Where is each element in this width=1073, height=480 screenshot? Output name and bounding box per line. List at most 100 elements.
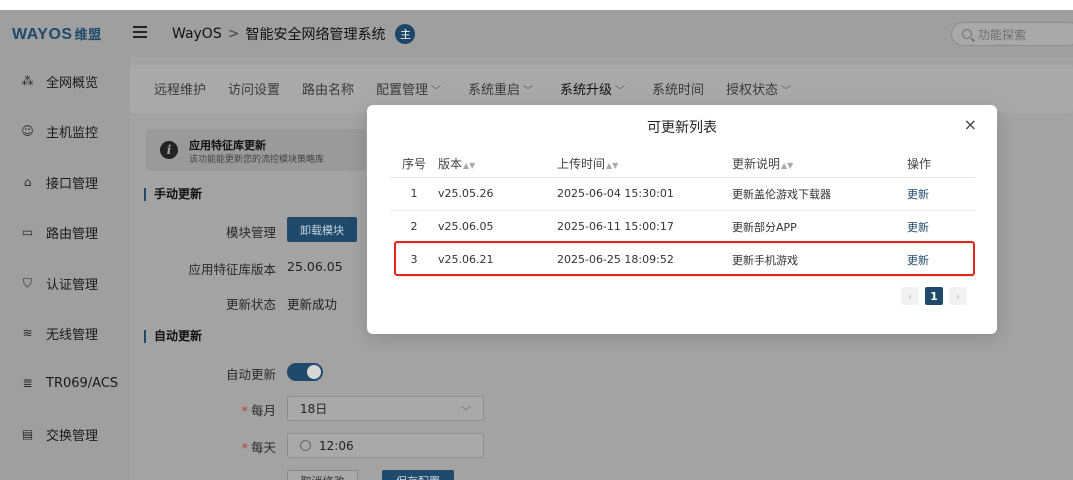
daily-label: * 每天: [241, 440, 276, 455]
table-row: 1 v25.05.26 2025-06-04 15:30:01 更新盖伦游戏下载…: [390, 177, 975, 211]
breadcrumb-root[interactable]: WayOS: [172, 26, 222, 42]
top-header: WAYOS 维盟 WayOS > 智能安全网络管理系统 主 功能探索: [0, 10, 1073, 57]
row-no: 1: [390, 177, 438, 211]
save-config-button[interactable]: 保存配置: [382, 470, 454, 480]
sidebar-item-routing[interactable]: ▭ 路由管理: [0, 214, 130, 250]
notice-box: i 应用特征库更新 该功能能更新您的流控模块策略库: [146, 129, 366, 171]
notice-desc: 该功能能更新您的流控模块策略库: [189, 155, 325, 165]
tab-config-management[interactable]: 配置管理 ﹀: [376, 79, 441, 98]
clock-icon: [300, 440, 311, 451]
chevron-down-icon: ﹀: [461, 407, 471, 418]
table-row: 2 v25.06.05 2025-06-11 15:00:17 更新部分APP …: [390, 210, 975, 244]
col-action: 操作: [907, 150, 975, 178]
daily-value: 12:06: [319, 438, 354, 453]
sidebar-item-interface[interactable]: ⌂ 接口管理: [0, 164, 130, 200]
breadcrumb: WayOS > 智能安全网络管理系统 主: [172, 24, 416, 44]
tab-router-name[interactable]: 路由名称: [302, 79, 354, 98]
next-page-button[interactable]: ›: [949, 287, 967, 305]
auto-update-toggle[interactable]: [287, 363, 323, 381]
modal-title: 可更新列表: [647, 120, 717, 136]
row-no: 3: [390, 243, 438, 277]
monthly-label: * 每月: [241, 403, 276, 418]
chevron-down-icon: ﹀: [615, 86, 626, 97]
row-description: 更新盖伦游戏下载器: [732, 177, 907, 211]
sort-icon[interactable]: ▲▼: [463, 161, 475, 170]
auto-update-label: 自动更新: [225, 367, 276, 382]
row-version: v25.06.05: [438, 210, 557, 244]
update-list-modal: 可更新列表 × 序号 版本▲▼ 上传时间▲▼ 更新说明▲▼ 操作 1 v25.0…: [367, 105, 997, 334]
toggle-knob: [307, 365, 321, 379]
master-badge: 主: [395, 24, 416, 44]
update-link[interactable]: 更新: [907, 210, 975, 244]
status-value: 更新成功: [287, 297, 338, 312]
daily-time-picker[interactable]: 12:06: [287, 433, 484, 458]
page-number-current[interactable]: 1: [925, 287, 943, 305]
search-icon: [962, 29, 972, 39]
sidebar-item-label: 交换管理: [46, 428, 99, 444]
sidebar: ⁂ 全网概览 ☺ 主机监控 ⌂ 接口管理 ▭ 路由管理 ⛉ 认证管理 ≋ 无线管…: [0, 57, 130, 480]
breadcrumb-current: 智能安全网络管理系统: [245, 27, 386, 43]
prev-page-button[interactable]: ‹: [901, 287, 919, 305]
sidebar-item-label: 认证管理: [46, 277, 99, 293]
home-icon: ⌂: [23, 175, 32, 189]
chevron-down-icon: ﹀: [781, 86, 792, 97]
row-version: v25.05.26: [438, 177, 557, 211]
row-time: 2025-06-11 15:00:17: [557, 210, 732, 244]
sidebar-item-label: 全网概览: [46, 75, 99, 91]
close-icon[interactable]: ×: [964, 115, 977, 134]
tab-system-upgrade[interactable]: 系统升级 ﹀: [555, 79, 632, 108]
update-link[interactable]: 更新: [907, 177, 975, 211]
row-description: 更新手机游戏: [732, 243, 907, 277]
sidebar-item-label: 无线管理: [46, 327, 99, 343]
breadcrumb-separator: >: [227, 26, 240, 42]
top-strip: [0, 0, 1073, 10]
notice-title: 应用特征库更新: [189, 139, 266, 152]
row-description: 更新部分APP: [732, 210, 907, 244]
col-upload-time[interactable]: 上传时间▲▼: [557, 150, 732, 178]
update-table: 序号 版本▲▼ 上传时间▲▼ 更新说明▲▼ 操作 1 v25.05.26 202…: [390, 150, 975, 277]
search-input[interactable]: 功能探索: [951, 22, 1073, 46]
version-value: 25.06.05: [287, 259, 343, 274]
sidebar-item-auth[interactable]: ⛉ 认证管理: [0, 265, 130, 301]
sidebar-item-label: 路由管理: [46, 226, 99, 242]
module-label: 模块管理: [225, 225, 276, 240]
sidebar-item-tr069[interactable]: ≣ TR069/ACS: [0, 365, 130, 401]
sidebar-item-label: 主机监控: [46, 125, 99, 141]
unload-module-button[interactable]: 卸载模块: [287, 217, 357, 242]
wifi-icon: ≋: [22, 326, 33, 340]
search-placeholder: 功能探索: [978, 27, 1027, 42]
section-title-auto: 自动更新: [144, 330, 202, 343]
tab-system-restart[interactable]: 系统重启 ﹀: [468, 79, 533, 98]
table-header-row: 序号 版本▲▼ 上传时间▲▼ 更新说明▲▼ 操作: [390, 150, 975, 178]
tab-remote-maintenance[interactable]: 远程维护: [154, 79, 206, 98]
row-time: 2025-06-25 18:09:52: [557, 243, 732, 277]
menu-toggle-icon[interactable]: [133, 26, 147, 40]
router-icon: ▭: [21, 225, 34, 239]
cancel-button[interactable]: 取消修改: [287, 470, 358, 480]
sidebar-item-wireless[interactable]: ≋ 无线管理: [0, 315, 130, 351]
tab-license-status[interactable]: 授权状态 ﹀: [726, 79, 791, 98]
row-no: 2: [390, 210, 438, 244]
sidebar-item-host-monitor[interactable]: ☺ 主机监控: [0, 113, 130, 149]
col-version[interactable]: 版本▲▼: [438, 150, 557, 178]
row-version: v25.06.21: [438, 243, 557, 277]
logo: WAYOS 维盟: [12, 24, 102, 44]
shield-icon: ⛉: [22, 275, 32, 290]
status-label: 更新状态: [225, 297, 276, 312]
section-title-manual: 手动更新: [144, 188, 202, 201]
user-circle-icon: ☺: [21, 124, 34, 138]
update-link[interactable]: 更新: [907, 243, 975, 277]
sort-icon[interactable]: ▲▼: [606, 161, 618, 170]
logo-cn: 维盟: [74, 27, 102, 42]
row-time: 2025-06-04 15:30:01: [557, 177, 732, 211]
table-row: 3 v25.06.21 2025-06-25 18:09:52 更新手机游戏 更…: [390, 243, 975, 277]
col-description[interactable]: 更新说明▲▼: [732, 150, 907, 178]
sidebar-item-switch[interactable]: ▤ 交换管理: [0, 416, 130, 452]
sidebar-item-label: 接口管理: [46, 176, 99, 192]
tab-access-settings[interactable]: 访问设置: [228, 79, 280, 98]
sort-icon[interactable]: ▲▼: [781, 161, 793, 170]
tab-system-time[interactable]: 系统时间: [652, 79, 704, 98]
sidebar-item-overview[interactable]: ⁂ 全网概览: [0, 63, 130, 99]
monthly-select[interactable]: 18日 ﹀: [287, 396, 484, 421]
version-label: 应用特征库版本: [188, 262, 276, 277]
